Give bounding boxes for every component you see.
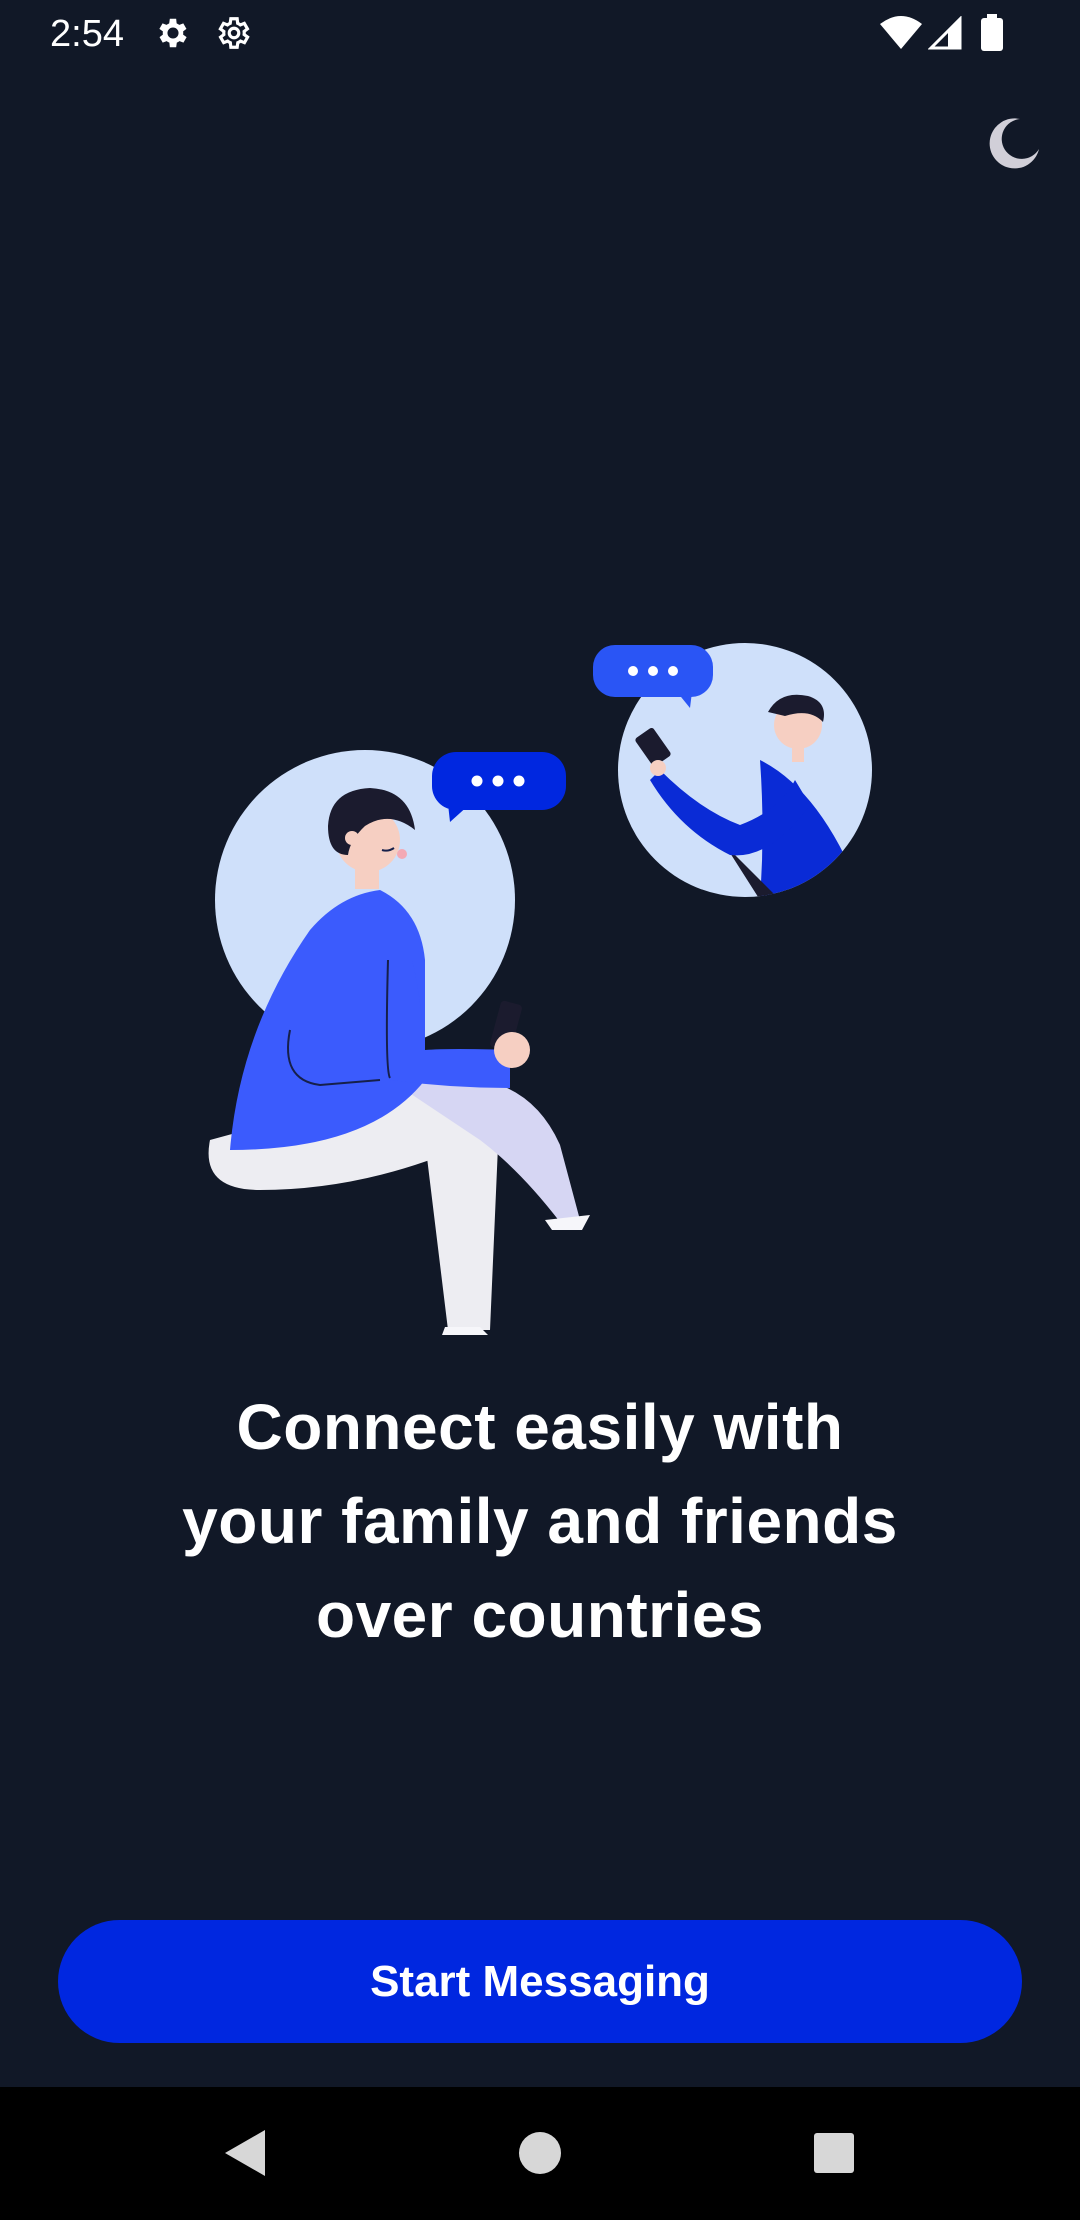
back-icon (221, 2128, 267, 2183)
home-button[interactable] (512, 2127, 568, 2183)
settings-gear-outline-icon (215, 14, 253, 57)
headline-line-3: over countries (315, 1579, 765, 1651)
headline: Connect easily with your family and frie… (90, 1380, 990, 1662)
wifi-icon (880, 16, 922, 55)
cellular-signal-icon (927, 15, 962, 55)
start-messaging-button[interactable]: Start Messaging (58, 1920, 1022, 2043)
settings-gear-filled-icon (154, 14, 192, 57)
home-icon (517, 2130, 563, 2181)
headline-line-1: Connect easily with (236, 1391, 844, 1463)
people-chatting-illustration (180, 630, 900, 1350)
battery-icon (980, 14, 1004, 57)
onboarding-screen: 2:54 Connect easily with your family and… (0, 0, 1080, 2220)
status-bar: 2:54 (0, 0, 1080, 66)
back-button[interactable] (216, 2127, 272, 2183)
system-nav-bar (0, 2087, 1080, 2220)
recents-icon (812, 2131, 856, 2180)
moon-icon (987, 115, 1043, 176)
status-time: 2:54 (50, 13, 124, 55)
theme-toggle-button[interactable] (980, 110, 1050, 180)
recents-button[interactable] (806, 2127, 862, 2183)
headline-line-2: your family and friends (182, 1485, 898, 1557)
